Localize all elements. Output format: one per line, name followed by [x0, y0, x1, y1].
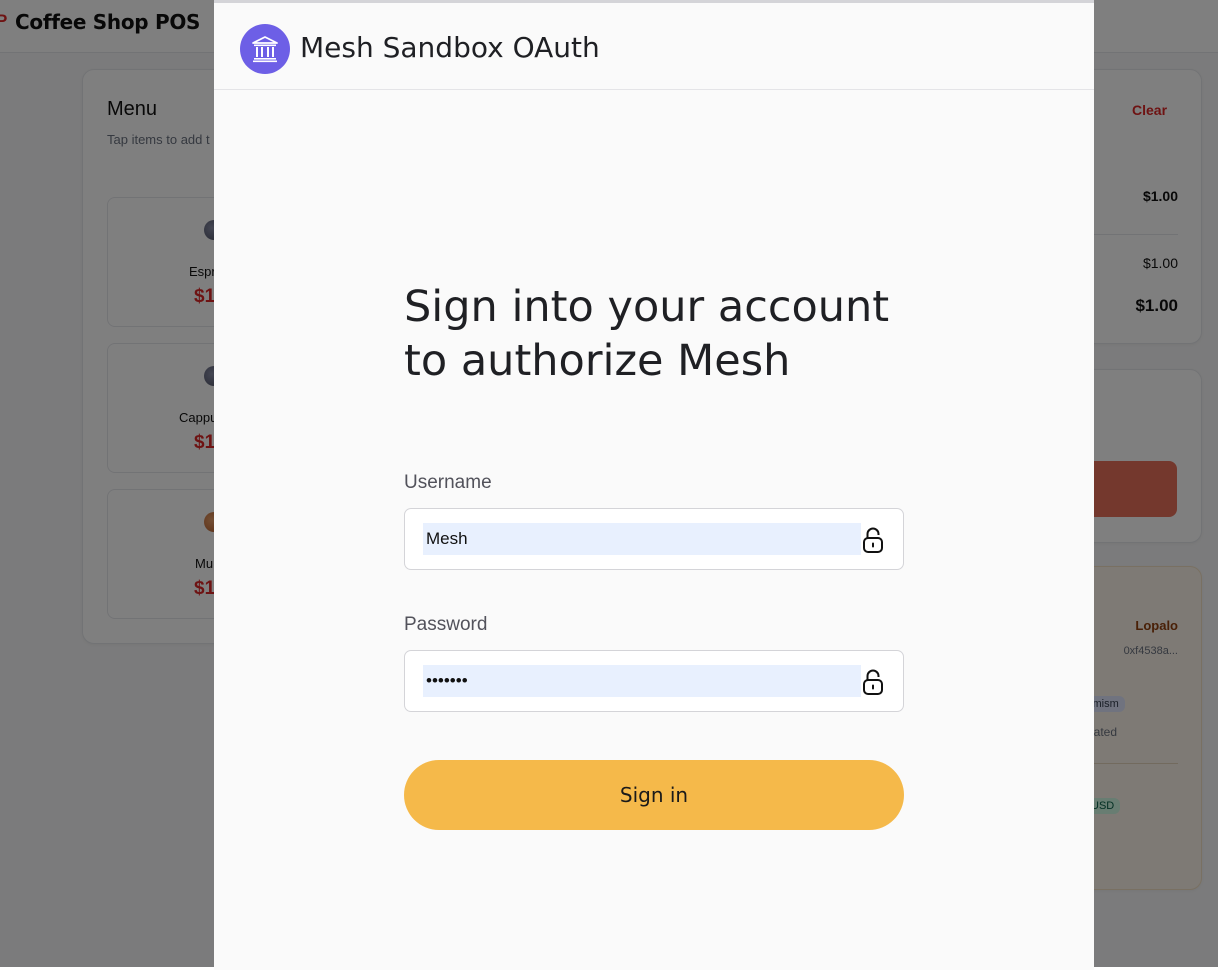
lock-icon — [863, 527, 883, 553]
modal-title: Mesh Sandbox OAuth — [300, 31, 600, 64]
oauth-modal: Mesh Sandbox OAuth Sign into your accoun… — [214, 0, 1094, 970]
username-input[interactable] — [423, 523, 861, 555]
signin-heading: Sign into your account to authorize Mesh — [404, 282, 890, 386]
password-input[interactable] — [423, 665, 861, 697]
password-label: Password — [404, 614, 488, 635]
lock-icon — [863, 669, 883, 695]
modal-header: Mesh Sandbox OAuth — [214, 3, 1094, 90]
password-field — [404, 650, 904, 712]
username-label: Username — [404, 472, 492, 493]
sign-in-button[interactable]: Sign in — [404, 760, 904, 830]
username-field — [404, 508, 904, 570]
bank-icon — [240, 24, 290, 74]
